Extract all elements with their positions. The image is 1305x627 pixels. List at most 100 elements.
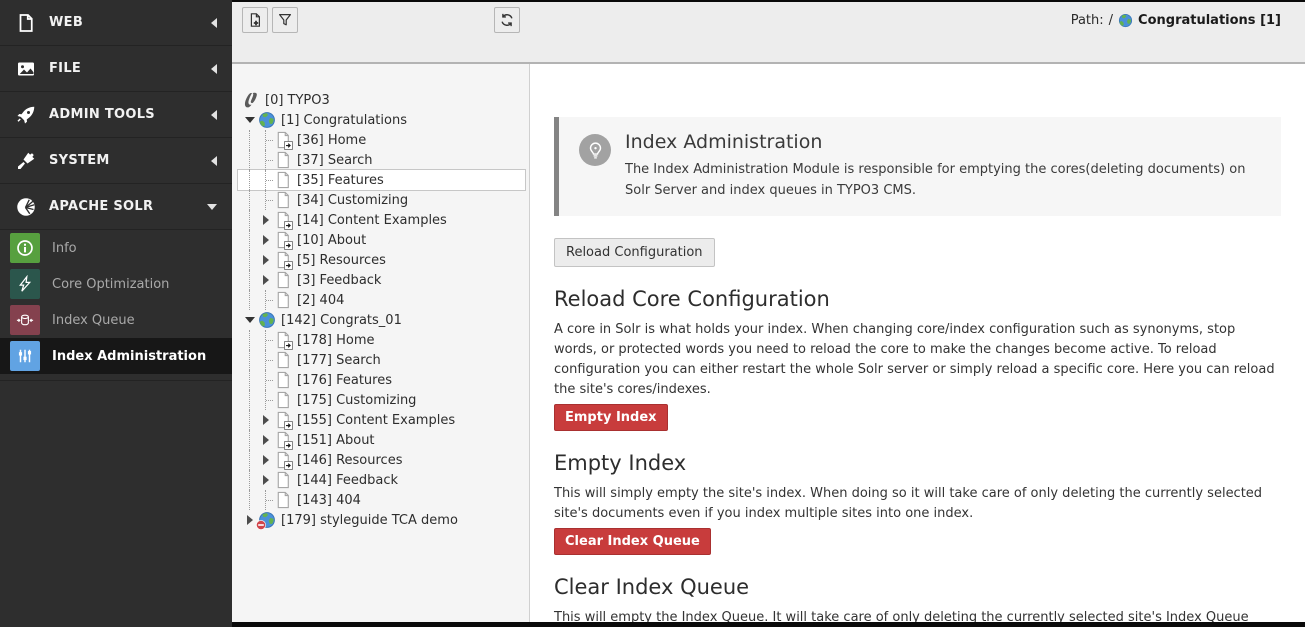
tree-guide <box>242 210 258 230</box>
empty-index-button[interactable]: Empty Index <box>554 404 668 431</box>
tree-row-selected[interactable]: [35] Features <box>238 170 525 190</box>
tree-guide <box>242 270 258 290</box>
tree-joint <box>258 130 274 150</box>
tree-joint <box>258 370 274 390</box>
workspace: [0] TYPO3 [1] Congratulations [36] Home <box>232 64 1305 627</box>
new-page-button[interactable] <box>242 7 268 33</box>
filter-button[interactable] <box>272 7 298 33</box>
tree-guide <box>242 230 258 250</box>
collapse-arrow-icon[interactable] <box>242 310 258 330</box>
database-arrows-icon <box>10 305 40 335</box>
tree-row[interactable]: [155] Content Examples <box>238 410 525 430</box>
expand-arrow-icon[interactable] <box>258 270 274 290</box>
sidebar-section-file[interactable]: FILE <box>0 46 232 92</box>
reload-configuration-button[interactable]: Reload Configuration <box>554 238 715 267</box>
sidebar-section-admin-tools[interactable]: ADMIN TOOLS <box>0 92 232 138</box>
refresh-icon <box>499 12 515 28</box>
info-callout: Index Administration The Index Administr… <box>554 117 1281 216</box>
tree-row-root[interactable]: [0] TYPO3 <box>238 90 525 110</box>
sidebar-item-info[interactable]: Info <box>0 230 232 266</box>
plug-icon <box>16 151 36 171</box>
sidebar-section-system[interactable]: SYSTEM <box>0 138 232 184</box>
tree-row[interactable]: [177] Search <box>238 350 525 370</box>
tree-joint <box>258 350 274 370</box>
tree-row[interactable]: [151] About <box>238 430 525 450</box>
refresh-button[interactable] <box>494 7 520 33</box>
expand-arrow-icon[interactable] <box>258 450 274 470</box>
chevron-down-icon <box>207 204 217 210</box>
sidebar-section-label: FILE <box>49 61 81 76</box>
tree-row[interactable]: [142] Congrats_01 <box>238 310 525 330</box>
tree-row[interactable]: [179] styleguide TCA demo <box>238 510 525 530</box>
expand-arrow-icon[interactable] <box>258 250 274 270</box>
tree-row[interactable]: [178] Home <box>238 330 525 350</box>
tree-guide <box>242 290 258 310</box>
main-area: Path: / Congratulations [1] [0] TYPO3 [1… <box>232 0 1305 627</box>
sidebar-section-web[interactable]: WEB <box>0 0 232 46</box>
section-heading: Clear Index Queue <box>554 575 1281 599</box>
section-body: This will simply empty the site's index.… <box>554 484 1281 524</box>
tree-row[interactable]: [34] Customizing <box>238 190 525 210</box>
page-icon <box>274 271 292 289</box>
page-shortcut-icon <box>274 251 292 269</box>
section-heading: Empty Index <box>554 451 1281 475</box>
module-content: Index Administration The Index Administr… <box>530 64 1305 627</box>
breadcrumb-page-title: Congratulations [1] <box>1138 13 1281 28</box>
tree-row[interactable]: [143] 404 <box>238 490 525 510</box>
expand-arrow-icon[interactable] <box>258 470 274 490</box>
tree-guide <box>242 450 258 470</box>
file-image-icon <box>16 59 36 79</box>
tree-row[interactable]: [37] Search <box>238 150 525 170</box>
chevron-left-icon <box>211 64 217 74</box>
page-shortcut-icon <box>274 231 292 249</box>
tree-row[interactable]: [3] Feedback <box>238 270 525 290</box>
globe-icon <box>258 311 276 329</box>
expand-arrow-icon[interactable] <box>258 430 274 450</box>
tree-guide <box>242 410 258 430</box>
callout-body: The Index Administration Module is respo… <box>625 159 1261 201</box>
page-shortcut-icon <box>274 131 292 149</box>
callout-title: Index Administration <box>625 131 1261 153</box>
tree-guide <box>242 170 258 190</box>
tree-row[interactable]: [10] About <box>238 230 525 250</box>
tree-row[interactable]: [175] Customizing <box>238 390 525 410</box>
page-shortcut-icon <box>274 411 292 429</box>
tree-joint <box>258 170 274 190</box>
expand-arrow-icon[interactable] <box>258 210 274 230</box>
tree-row[interactable]: [1] Congratulations <box>238 110 525 130</box>
page-icon <box>274 391 292 409</box>
tree-joint <box>258 190 274 210</box>
tree-row[interactable]: [144] Feedback <box>238 470 525 490</box>
sidebar-item-index-administration[interactable]: Index Administration <box>0 338 232 374</box>
tree-row[interactable]: [36] Home <box>238 130 525 150</box>
tree-row[interactable]: [14] Content Examples <box>238 210 525 230</box>
lightning-icon <box>10 269 40 299</box>
tree-row[interactable]: [2] 404 <box>238 290 525 310</box>
new-page-icon <box>247 12 263 28</box>
tree-row[interactable]: [146] Resources <box>238 450 525 470</box>
tree-guide <box>242 330 258 350</box>
sliders-icon <box>10 341 40 371</box>
breadcrumb: Path: / Congratulations [1] <box>1071 13 1281 28</box>
doc-header: Path: / Congratulations [1] <box>232 2 1305 64</box>
sidebar-item-core-optimization[interactable]: Core Optimization <box>0 266 232 302</box>
page-shortcut-icon <box>274 331 292 349</box>
expand-arrow-icon[interactable] <box>258 230 274 250</box>
filter-icon <box>277 12 293 28</box>
rocket-icon <box>16 105 36 125</box>
page-icon <box>274 291 292 309</box>
tree-row[interactable]: [176] Features <box>238 370 525 390</box>
typo3-backend: WEB FILE ADMIN TOOLS SYSTEM APACHE SOLR <box>0 0 1305 627</box>
expand-arrow-icon[interactable] <box>258 410 274 430</box>
tree-guide <box>242 130 258 150</box>
sidebar-item-index-queue[interactable]: Index Queue <box>0 302 232 338</box>
page-tree: [0] TYPO3 [1] Congratulations [36] Home <box>232 64 530 627</box>
tree-row[interactable]: [5] Resources <box>238 250 525 270</box>
page-shortcut-icon <box>274 431 292 449</box>
page-icon <box>274 371 292 389</box>
clear-index-queue-button[interactable]: Clear Index Queue <box>554 528 711 555</box>
tree-guide <box>242 150 258 170</box>
collapse-arrow-icon[interactable] <box>242 110 258 130</box>
page-shortcut-icon <box>274 211 292 229</box>
sidebar-section-apache-solr[interactable]: APACHE SOLR <box>0 184 232 230</box>
